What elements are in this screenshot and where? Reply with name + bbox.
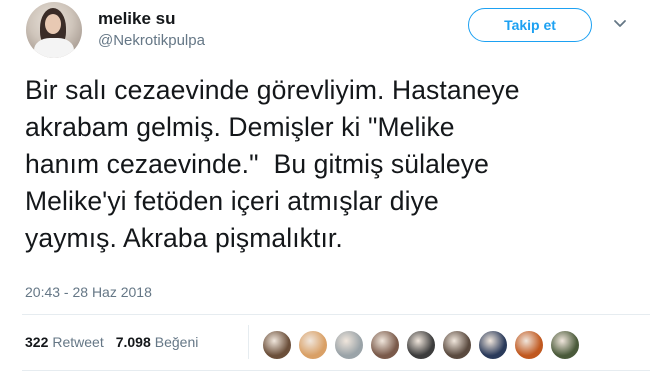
liker-avatar[interactable]: [550, 330, 580, 360]
tweet-timestamp[interactable]: 20:43 - 28 Haz 2018: [25, 284, 152, 300]
divider-top: [22, 314, 650, 315]
liker-avatar[interactable]: [442, 330, 472, 360]
stats-separator: [248, 325, 249, 359]
like-label: Beğeni: [154, 334, 199, 350]
liker-avatar[interactable]: [478, 330, 508, 360]
like-count: 7.098: [115, 334, 151, 350]
tweet-text: Bir salı cezaevinde görevliyim. Hastaney…: [25, 75, 520, 253]
user-handle[interactable]: @Nekrotikpulpa: [98, 32, 205, 49]
avatar-face: [45, 14, 61, 34]
liker-avatar[interactable]: [334, 330, 364, 360]
retweet-label: Retweet: [52, 334, 104, 350]
liker-avatars: [262, 330, 586, 360]
avatar-coat: [34, 38, 74, 58]
liker-avatar[interactable]: [262, 330, 292, 360]
like-stat[interactable]: 7.098 Beğeni: [116, 334, 199, 350]
liker-avatar[interactable]: [514, 330, 544, 360]
retweet-count: 322: [25, 334, 49, 350]
liker-avatar[interactable]: [298, 330, 328, 360]
follow-button[interactable]: Takip et: [468, 8, 592, 42]
chevron-down-icon[interactable]: [612, 16, 628, 32]
divider-bottom: [22, 370, 650, 371]
retweet-stat[interactable]: 322 Retweet: [25, 334, 104, 350]
tweet-stats: 322 Retweet 7.098 Beğeni: [25, 334, 210, 350]
avatar[interactable]: [26, 2, 82, 58]
liker-avatar[interactable]: [406, 330, 436, 360]
liker-avatar[interactable]: [370, 330, 400, 360]
display-name[interactable]: melike su: [98, 9, 176, 29]
